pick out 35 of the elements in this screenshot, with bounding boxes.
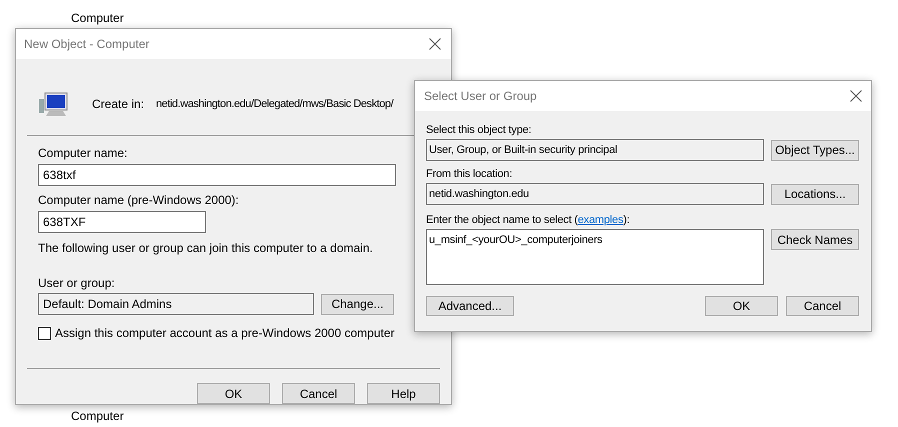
checkbox-label: Assign this computer account as a pre-Windows 2000 computer xyxy=(55,325,394,342)
create-in-path: netid.washington.edu/Delegated/mws/Basic Desktop/ xyxy=(156,96,394,112)
read-only-field: User, Group, or Built-in security principal xyxy=(426,139,764,161)
field-label: From this location: xyxy=(426,167,512,181)
advanced-button[interactable]: Advanced... xyxy=(426,296,514,316)
dialog-button[interactable]: Cancel xyxy=(786,296,859,316)
close-icon[interactable] xyxy=(850,90,862,102)
checkbox[interactable] xyxy=(38,326,51,340)
computer-icon xyxy=(39,91,69,117)
list-item[interactable]: Computer xyxy=(71,408,124,425)
window-title: New Object - Computer xyxy=(24,36,150,53)
dialog-button[interactable]: Locations... xyxy=(771,184,859,204)
create-in-label: Create in: xyxy=(92,96,146,113)
dialog-button[interactable]: OK xyxy=(197,383,270,404)
input-field[interactable]: 638txf xyxy=(38,164,396,186)
check-names-button[interactable]: Check Names xyxy=(771,229,859,250)
list-item[interactable]: Computer xyxy=(71,10,124,27)
field-label: Computer name (pre-Windows 2000): xyxy=(38,192,239,208)
dialog-button[interactable]: Object Types... xyxy=(771,140,859,160)
read-only-field: netid.washington.edu xyxy=(426,183,764,205)
dialog-button[interactable]: OK xyxy=(705,296,778,316)
window-title: Select User or Group xyxy=(424,88,537,105)
info-text: The following user or group can join this computer to a domain. xyxy=(38,240,373,256)
field-label: User or group: xyxy=(38,275,115,291)
examples-link[interactable]: examples xyxy=(578,214,624,226)
field-label: Enter the object name to select (examples): xyxy=(426,213,630,227)
name-input-area[interactable]: u_msinf_<yourOU>_computerjoiners xyxy=(426,229,764,285)
read-only-field: Default: Domain Admins xyxy=(38,293,314,315)
dialog-button[interactable]: Help xyxy=(367,383,440,404)
field-label: Computer name: xyxy=(38,145,128,161)
close-icon[interactable] xyxy=(429,38,441,50)
input-field[interactable]: 638TXF xyxy=(38,211,206,233)
dialog-button[interactable]: Cancel xyxy=(282,383,355,404)
field-label: Select this object type: xyxy=(426,123,532,137)
change-button[interactable]: Change... xyxy=(321,294,394,314)
